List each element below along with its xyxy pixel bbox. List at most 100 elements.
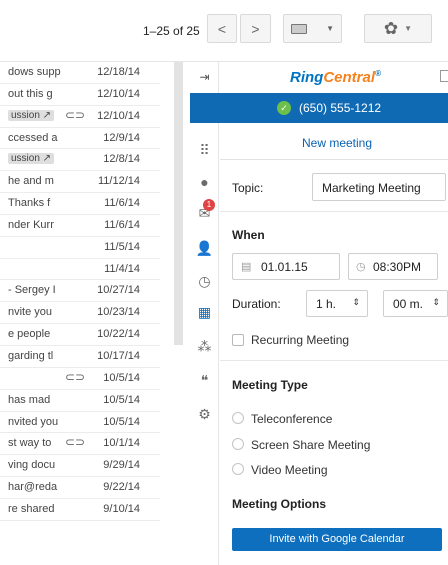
mail-date: 9/29/14 bbox=[103, 459, 140, 472]
mail-date: 11/6/14 bbox=[104, 197, 140, 210]
table-row[interactable]: ccessed a 12/9/14 bbox=[0, 128, 160, 150]
table-row[interactable]: e people 10/22/14 bbox=[0, 324, 160, 346]
mail-list: dows supp 12/18/14 out this g 12/10/14 ussio… bbox=[0, 62, 160, 565]
teleconference-radio[interactable] bbox=[232, 412, 244, 424]
mail-date: 10/22/14 bbox=[97, 328, 140, 341]
table-row[interactable]: ving docu 9/29/14 bbox=[0, 455, 160, 478]
topic-input[interactable]: Marketing Meeting bbox=[312, 173, 446, 201]
recurring-label: Recurring Meeting bbox=[251, 333, 350, 347]
table-row[interactable]: he and m 11/12/14 bbox=[0, 171, 160, 194]
mail-date: 11/12/14 bbox=[97, 175, 140, 188]
recurring-checkbox[interactable] bbox=[232, 334, 244, 346]
gear-icon: ✿ bbox=[383, 18, 399, 38]
table-row[interactable]: ussion ↗ 12/8/14 bbox=[0, 149, 160, 172]
duration-label: Duration: bbox=[232, 297, 281, 311]
hours-select[interactable]: 1 h. ⇕ bbox=[306, 290, 368, 317]
calendar-icon: ▤ bbox=[241, 261, 252, 273]
screen-share-radio[interactable] bbox=[232, 438, 244, 450]
phone-number: (650) 555-1212 bbox=[299, 101, 382, 115]
dialpad-icon[interactable]: ⠿ bbox=[190, 142, 219, 159]
page-title: New meeting bbox=[302, 136, 373, 150]
attachment-icon: ⊂⊃ bbox=[65, 369, 86, 384]
mail-snippet: nvited you bbox=[8, 415, 59, 428]
time-picker[interactable]: ◷ 08:30PM bbox=[348, 253, 438, 280]
date-value: 01.01.15 bbox=[261, 260, 308, 274]
mail-date: 12/18/14 bbox=[97, 66, 140, 78]
table-row[interactable]: Thanks f 11/6/14 bbox=[0, 193, 160, 215]
mail-toolbar: 1–25 of 25 < > ▼ ✿ ▼ bbox=[0, 0, 448, 62]
teleconference-label: Teleconference bbox=[251, 412, 333, 426]
keyboard-icon bbox=[291, 23, 307, 34]
mail-date: 12/10/14 bbox=[97, 109, 140, 122]
settings-icon[interactable]: ⚙ bbox=[190, 406, 219, 423]
mail-snippet: nvite you bbox=[8, 306, 53, 319]
table-row[interactable]: dows supp 12/18/14 bbox=[0, 62, 160, 84]
table-row[interactable]: - Sergey I 10/27/14 bbox=[0, 280, 160, 303]
table-row[interactable]: har@reda 9/22/14 bbox=[0, 477, 160, 499]
mail-date: 12/10/14 bbox=[97, 87, 140, 100]
mail-date: 12/9/14 bbox=[103, 131, 140, 144]
table-row[interactable]: re shared 9/10/14 bbox=[0, 499, 160, 521]
mail-date: 9/10/14 bbox=[103, 502, 140, 515]
table-row[interactable]: has mad 10/5/14 bbox=[0, 390, 160, 412]
mail-snippet: e people bbox=[8, 328, 51, 341]
compose-icon[interactable]: ● bbox=[190, 174, 219, 190]
chevron-down-icon: ▼ bbox=[326, 24, 334, 33]
mail-scrollbar[interactable] bbox=[174, 62, 183, 345]
expand-panel-button[interactable]: ⇥ bbox=[190, 62, 219, 93]
select-arrow-icon: ⇕ bbox=[352, 297, 360, 307]
mail-date: 11/4/14 bbox=[104, 262, 140, 275]
minutes-select[interactable]: 00 m. ⇕ bbox=[383, 290, 448, 317]
table-row[interactable]: 11/4/14 bbox=[0, 259, 160, 281]
topic-value: Marketing Meeting bbox=[322, 181, 421, 195]
mail-date: 10/27/14 bbox=[97, 284, 140, 297]
mail-date: 10/5/14 bbox=[103, 371, 140, 384]
table-row[interactable]: nder Kurr 11/6/14 bbox=[0, 215, 160, 237]
clock-icon: ◷ bbox=[356, 261, 366, 273]
attachment-icon: ⊂⊃ bbox=[65, 107, 86, 122]
messages-icon[interactable]: ✉ 1 bbox=[190, 199, 219, 222]
mail-date: 10/5/14 bbox=[103, 393, 140, 406]
mail-snippet: - Sergey I bbox=[8, 284, 56, 297]
attachment-icon: ⊂⊃ bbox=[65, 435, 86, 450]
label-chip: ussion ↗ bbox=[8, 153, 55, 165]
invite-google-calendar-button[interactable]: Invite with Google Calendar bbox=[232, 528, 442, 551]
next-page-button[interactable]: > bbox=[240, 14, 271, 43]
chevron-left-icon: < bbox=[217, 20, 227, 37]
table-row[interactable]: 11/5/14 bbox=[0, 237, 160, 259]
table-row[interactable]: nvite you 10/23/14 bbox=[0, 302, 160, 325]
history-icon[interactable]: ◷ bbox=[190, 273, 219, 290]
phone-number-bar: ✓ (650) 555-1212 bbox=[190, 93, 448, 123]
meeting-header: New meeting bbox=[220, 123, 448, 160]
mail-snippet: garding tl bbox=[8, 349, 54, 362]
table-row[interactable]: out this g 12/10/14 bbox=[0, 84, 160, 106]
table-row[interactable]: garding tl 10/17/14 bbox=[0, 346, 160, 368]
input-tools-button[interactable]: ▼ bbox=[283, 14, 342, 43]
rc-brand-bar: RingCentral® bbox=[220, 62, 448, 93]
topic-label: Topic: bbox=[232, 181, 264, 195]
rc-icon-column: ⠿ ● ✉ 1 👤 ◷ ▦ ⁂ ❝ ⚙ bbox=[190, 62, 219, 565]
prev-page-button[interactable]: < bbox=[207, 14, 237, 43]
table-row[interactable]: nvited you 10/5/14 bbox=[0, 412, 160, 434]
mail-snippet: ccessed a bbox=[8, 131, 58, 144]
chat-icon[interactable]: ❝ bbox=[190, 372, 219, 389]
video-meeting-radio[interactable] bbox=[232, 463, 244, 475]
settings-button[interactable]: ✿ ▼ bbox=[364, 14, 432, 43]
conference-icon[interactable]: ⁂ bbox=[190, 338, 219, 355]
mail-snippet: har@reda bbox=[8, 481, 58, 494]
time-value: 08:30PM bbox=[373, 260, 422, 274]
select-arrow-icon: ⇕ bbox=[432, 297, 440, 307]
chevron-right-icon: > bbox=[251, 20, 260, 37]
contacts-icon[interactable]: 👤 bbox=[190, 240, 219, 257]
mail-snippet: ving docu bbox=[8, 459, 56, 472]
mail-snippet: dows supp bbox=[8, 66, 61, 78]
table-row[interactable]: ⊂⊃ 10/5/14 bbox=[0, 368, 160, 390]
table-row[interactable]: st way to ⊂⊃ 10/1/14 bbox=[0, 433, 160, 456]
date-picker[interactable]: ▤ 01.01.15 bbox=[232, 253, 340, 280]
mail-date: 10/1/14 bbox=[103, 437, 140, 450]
meeting-options-heading: Meeting Options bbox=[232, 497, 326, 511]
calendar-icon[interactable]: ▦ bbox=[190, 304, 219, 321]
table-row[interactable]: ussion ↗ ⊂⊃ 12/10/14 bbox=[0, 106, 160, 128]
window-icon[interactable] bbox=[440, 70, 448, 82]
mail-date: 11/5/14 bbox=[104, 240, 140, 253]
